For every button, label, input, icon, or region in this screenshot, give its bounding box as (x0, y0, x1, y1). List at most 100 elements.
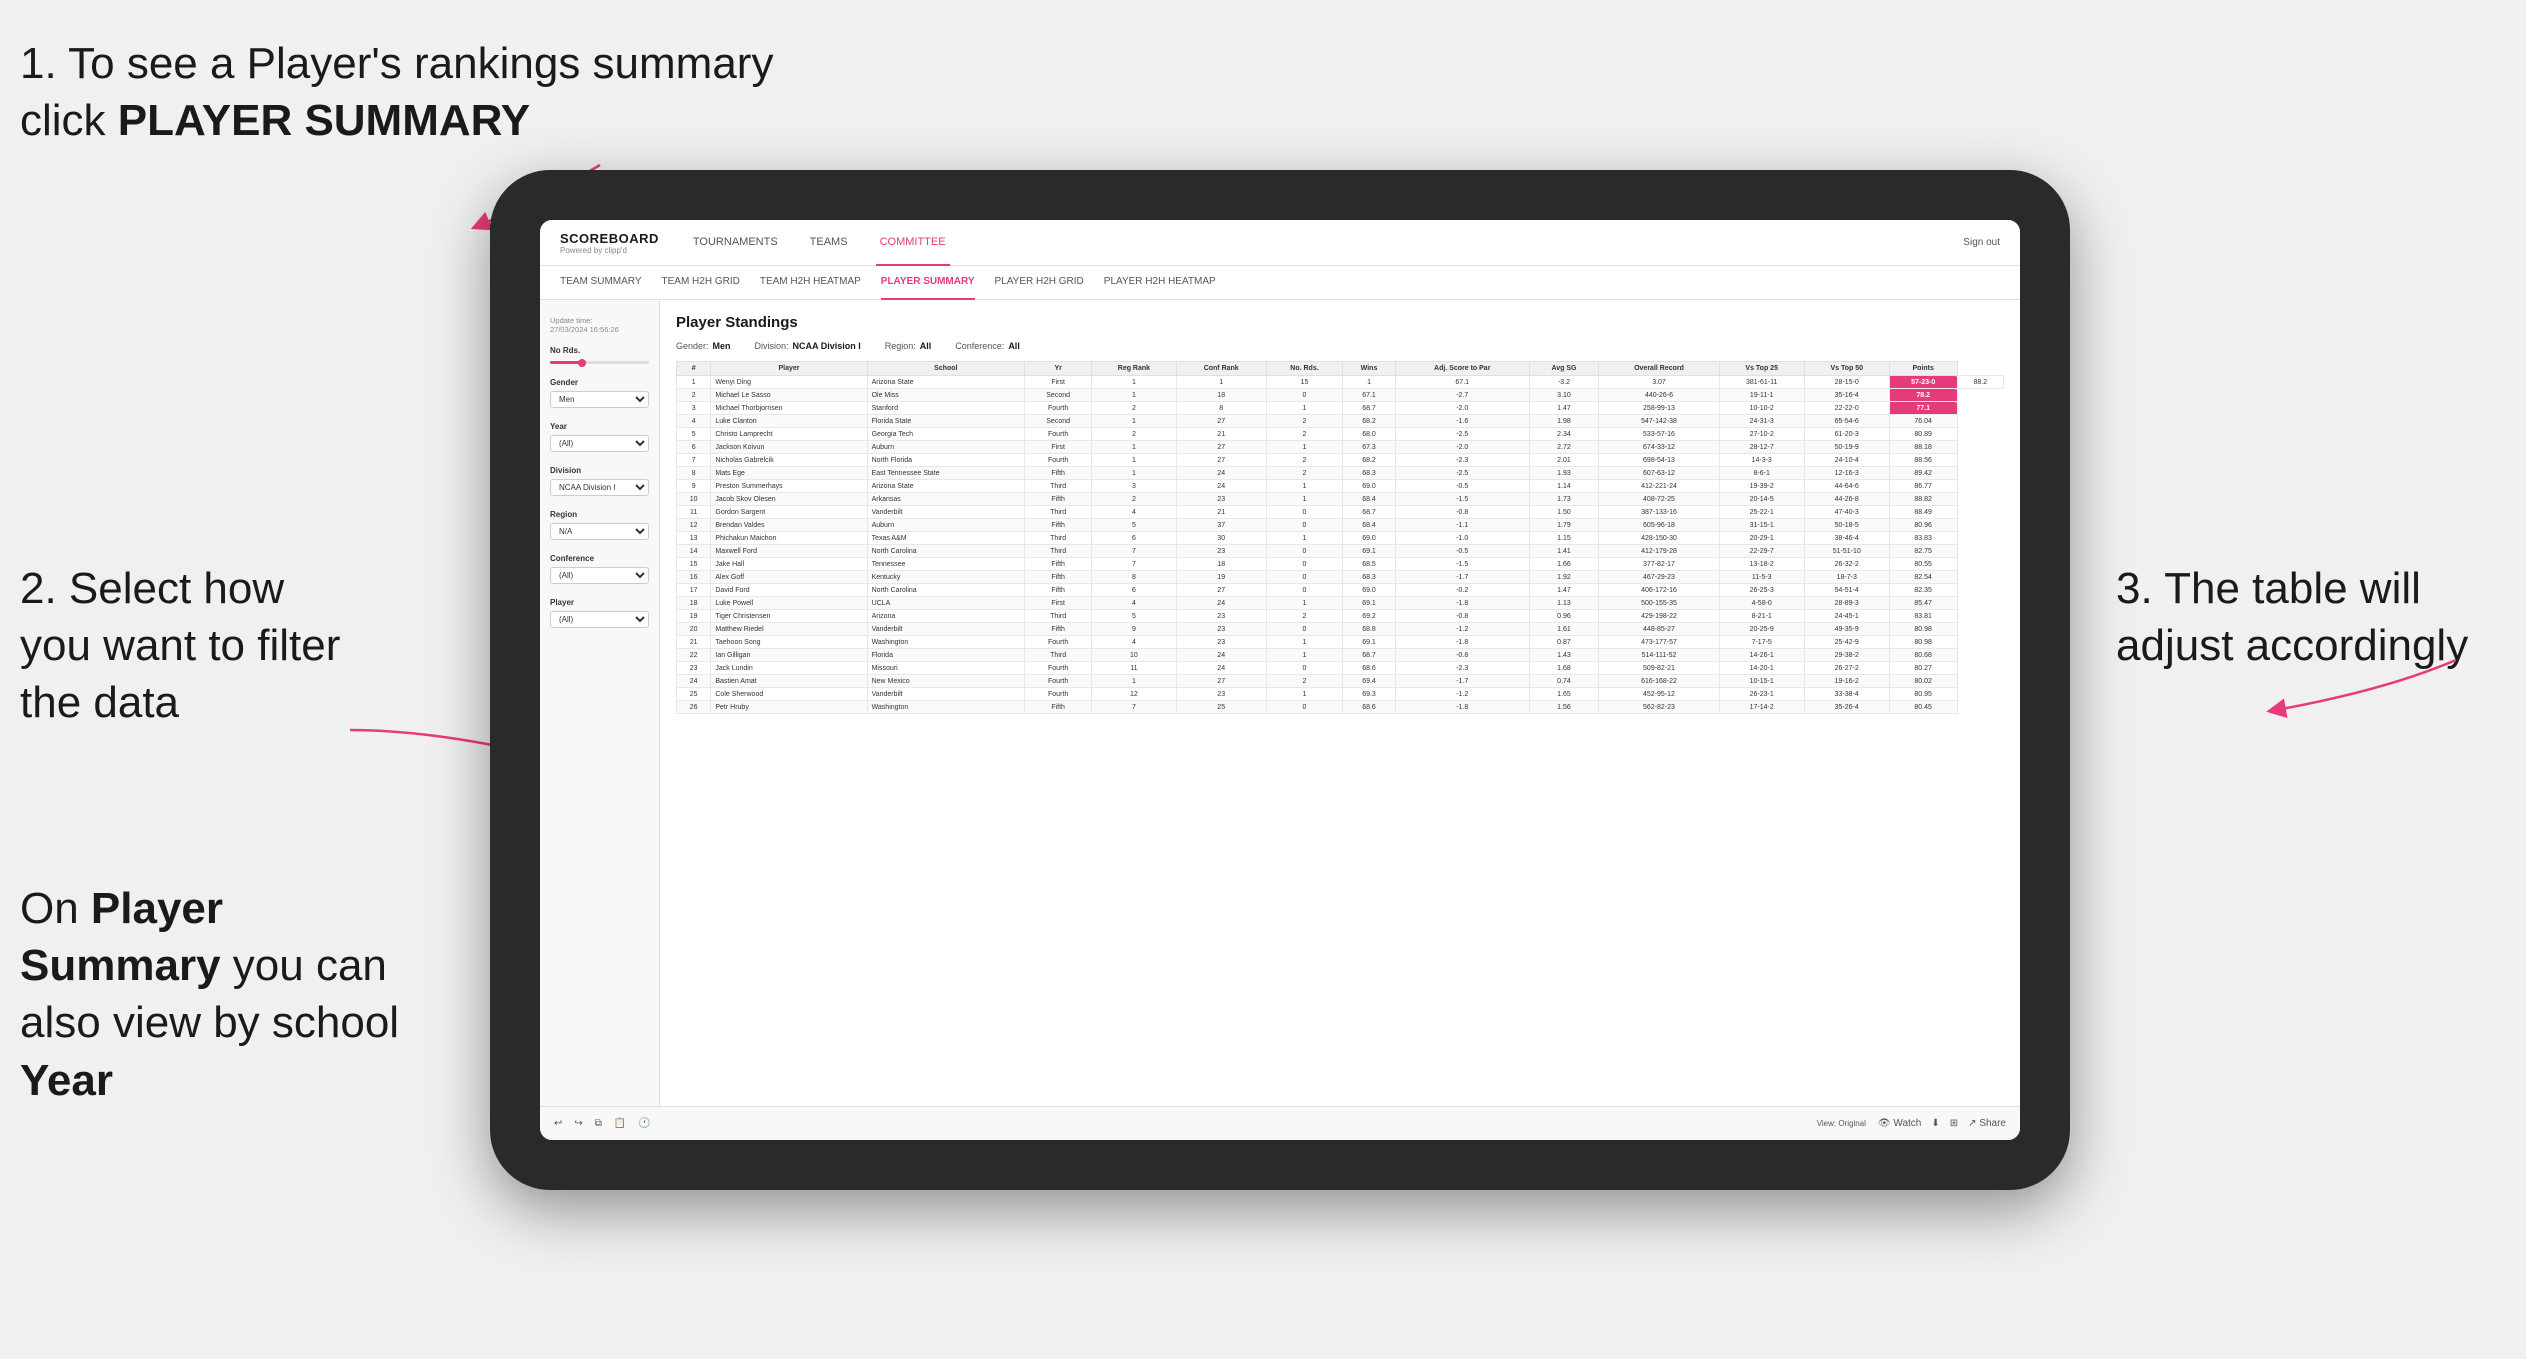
sidebar-year: Year (All) (550, 422, 649, 452)
filter-region-label: Region: (885, 341, 916, 351)
grid-btn[interactable]: ⊞ (1950, 1118, 1958, 1129)
col-wins: Wins (1343, 362, 1396, 376)
table-row[interactable]: 16Alex GoffKentuckyFifth819068.3-1.71.92… (677, 571, 2004, 584)
division-select[interactable]: NCAA Division I (550, 479, 649, 496)
col-vs-top25: Vs Top 25 (1719, 362, 1804, 376)
conference-select[interactable]: (All) (550, 567, 649, 584)
table-row[interactable]: 6Jackson KoivunAuburnFirst127167.3-2.02.… (677, 441, 2004, 454)
gender-label: Gender (550, 378, 649, 387)
subnav-team-h2h-grid[interactable]: TEAM H2H GRID (662, 266, 740, 300)
no-rds-label: No Rds. (550, 346, 649, 355)
watch-btn[interactable]: 👁 Watch (1878, 1118, 1921, 1129)
paste-btn[interactable]: 📋 (614, 1118, 626, 1129)
sidebar-conference: Conference (All) (550, 554, 649, 584)
col-vs-top50: Vs Top 50 (1804, 362, 1889, 376)
col-adj-score: Adj. Score to Par (1395, 362, 1529, 376)
redo-btn[interactable]: ↪ (574, 1118, 582, 1129)
annotation-step2-sub: On Player Summary you can also view by s… (20, 880, 400, 1109)
table-row[interactable]: 20Matthew RiedelVanderbiltFifth923068.8-… (677, 623, 2004, 636)
table-row[interactable]: 4Luke ClantonFlorida StateSecond127268.2… (677, 415, 2004, 428)
filter-gender-label: Gender: (676, 341, 709, 351)
logo-subtitle: Powered by clipp'd (560, 246, 659, 255)
player-standings-table: # Player School Yr Reg Rank Conf Rank No… (676, 361, 2004, 714)
table-title: Player Standings (676, 314, 2004, 331)
division-label: Division (550, 466, 649, 475)
subnav-player-h2h-heatmap[interactable]: PLAYER H2H HEATMAP (1104, 266, 1216, 300)
table-row[interactable]: 26Petr HrubyWashingtonFifth725068.6-1.81… (677, 701, 2004, 714)
col-player: Player (711, 362, 867, 376)
annotation-step2-text: 2. Select how you want to filter the dat… (20, 564, 340, 727)
table-row[interactable]: 24Bastien AmatNew MexicoFourth127269.4-1… (677, 675, 2004, 688)
download-btn[interactable]: ⬇ (1931, 1118, 1939, 1129)
content-area: Update time: 27/03/2024 16:56:26 No Rds.… (540, 300, 2020, 1106)
player-select[interactable]: (All) (550, 611, 649, 628)
main-content: Player Standings Gender: Men Division: N… (660, 300, 2020, 1106)
table-header-row: # Player School Yr Reg Rank Conf Rank No… (677, 362, 2004, 376)
col-avg-sg: Avg SG (1529, 362, 1599, 376)
table-row[interactable]: 7Nicholas GabrelcikNorth FloridaFourth12… (677, 454, 2004, 467)
table-row[interactable]: 18Luke PowellUCLAFirst424169.1-1.81.1350… (677, 597, 2004, 610)
col-school: School (867, 362, 1025, 376)
col-overall: Overall Record (1599, 362, 1719, 376)
annotation-sub-bold2: Year (20, 1056, 113, 1105)
table-row[interactable]: 19Tiger ChristensenArizonaThird523269.2-… (677, 610, 2004, 623)
annotation-sub-prefix: On (20, 884, 91, 933)
undo-btn[interactable]: ↩ (554, 1118, 562, 1129)
col-points: Points (1889, 362, 1957, 376)
view-selector[interactable]: View: Original (1817, 1119, 1866, 1128)
col-conf-rank: Conf Rank (1176, 362, 1266, 376)
region-select[interactable]: N/A (550, 523, 649, 540)
filter-conference-label: Conference: (955, 341, 1004, 351)
table-row[interactable]: 25Cole SherwoodVanderbiltFourth1223169.3… (677, 688, 2004, 701)
bottom-toolbar: ↩ ↪ ⧉ 📋 🕐 View: Original 👁 Watch ⬇ ⊞ ↗ S… (540, 1106, 2020, 1140)
filters-row: Gender: Men Division: NCAA Division I Re… (676, 341, 2004, 351)
filter-region-value: All (920, 341, 932, 351)
table-row[interactable]: 22Ian GilliganFloridaThird1024168.7-0.81… (677, 649, 2004, 662)
table-row[interactable]: 23Jack LundinMissouriFourth1124068.6-2.3… (677, 662, 2004, 675)
update-time: Update time: 27/03/2024 16:56:26 (550, 316, 649, 334)
nav-links: TOURNAMENTS TEAMS COMMITTEE (689, 220, 1963, 266)
table-row[interactable]: 10Jacob Skov OlesenArkansasFifth223168.4… (677, 493, 2004, 506)
clock-btn[interactable]: 🕐 (638, 1118, 650, 1129)
no-rds-slider[interactable] (550, 361, 649, 364)
filter-division-value: NCAA Division I (793, 341, 861, 351)
annotation-step1-bold: PLAYER SUMMARY (118, 96, 530, 145)
table-row[interactable]: 5Christo LamprechtGeorgia TechFourth2212… (677, 428, 2004, 441)
nav-link-tournaments[interactable]: TOURNAMENTS (689, 220, 782, 266)
sidebar-no-rds: No Rds. (550, 346, 649, 364)
subnav-player-h2h-grid[interactable]: PLAYER H2H GRID (995, 266, 1084, 300)
sidebar-player: Player (All) (550, 598, 649, 628)
col-rank: # (677, 362, 711, 376)
gender-select[interactable]: Men (550, 391, 649, 408)
sub-navigation: TEAM SUMMARY TEAM H2H GRID TEAM H2H HEAT… (540, 266, 2020, 300)
table-row[interactable]: 8Mats EgeEast Tennessee StateFifth124268… (677, 467, 2004, 480)
table-row[interactable]: 17David FordNorth CarolinaFifth627069.0-… (677, 584, 2004, 597)
subnav-team-h2h-heatmap[interactable]: TEAM H2H HEATMAP (760, 266, 861, 300)
subnav-team-summary[interactable]: TEAM SUMMARY (560, 266, 642, 300)
subnav-player-summary[interactable]: PLAYER SUMMARY (881, 266, 975, 300)
filter-division-label: Division: (755, 341, 789, 351)
table-row[interactable]: 1Wenyi DingArizona StateFirst1115167.1-3… (677, 376, 2004, 389)
share-btn[interactable]: ↗ Share (1968, 1118, 2006, 1129)
table-row[interactable]: 3Michael ThorbjornsenStanfordFourth28168… (677, 402, 2004, 415)
col-yr: Yr (1025, 362, 1092, 376)
table-row[interactable]: 15Jake HallTennesseeFifth718068.5-1.51.6… (677, 558, 2004, 571)
sign-out-link[interactable]: Sign out (1963, 237, 2000, 248)
copy-btn[interactable]: ⧉ (595, 1118, 602, 1129)
col-no-rds: No. Rds. (1266, 362, 1343, 376)
view-label: View: Original (1817, 1119, 1866, 1128)
table-row[interactable]: 14Maxwell FordNorth CarolinaThird723069.… (677, 545, 2004, 558)
table-row[interactable]: 13Phichakun MaichonTexas A&MThird630169.… (677, 532, 2004, 545)
nav-link-teams[interactable]: TEAMS (806, 220, 852, 266)
table-row[interactable]: 2Michael Le SassoOle MissSecond118067.1-… (677, 389, 2004, 402)
conference-label: Conference (550, 554, 649, 563)
annotation-step2: 2. Select how you want to filter the dat… (20, 560, 360, 732)
sidebar-gender: Gender Men (550, 378, 649, 408)
table-row[interactable]: 11Gordon SargentVanderbiltThird421068.7-… (677, 506, 2004, 519)
nav-link-committee[interactable]: COMMITTEE (876, 220, 950, 266)
table-row[interactable]: 21Taehoon SongWashingtonFourth423169.1-1… (677, 636, 2004, 649)
table-row[interactable]: 9Preston SummerhaysArizona StateThird324… (677, 480, 2004, 493)
year-select[interactable]: (All) (550, 435, 649, 452)
top-navigation: SCOREBOARD Powered by clipp'd TOURNAMENT… (540, 220, 2020, 266)
table-row[interactable]: 12Brendan ValdesAuburnFifth537068.4-1.11… (677, 519, 2004, 532)
